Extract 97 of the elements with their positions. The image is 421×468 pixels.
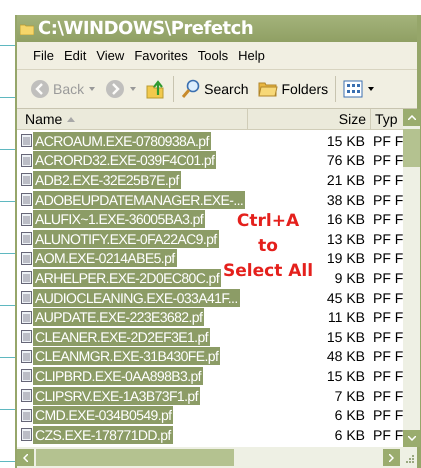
scroll-thumb[interactable] [36, 449, 234, 466]
file-size: 15 KB [326, 328, 365, 345]
file-name[interactable]: CZS.EXE-178771DD.pf [33, 426, 173, 444]
file-name[interactable]: ADOBEUPDATEMANAGER.EXE-... [33, 190, 246, 209]
file-icon [21, 154, 32, 167]
menu-item[interactable]: File [33, 48, 54, 63]
file-icon [21, 389, 32, 402]
file-size: 48 KB [326, 348, 365, 364]
file-size: 15 KB [326, 368, 365, 384]
column-header[interactable]: Name [17, 109, 248, 129]
file-type: PF F [373, 270, 404, 286]
file-type: PF F [373, 407, 404, 424]
menu-item[interactable]: Help [238, 48, 265, 63]
menu-item[interactable]: Edit [64, 48, 86, 63]
scroll-down-button[interactable] [403, 430, 420, 447]
search-button[interactable]: Search [178, 77, 252, 101]
file-icon [21, 232, 32, 246]
file-size: 76 KB [326, 152, 365, 168]
file-name[interactable]: ARHELPER.EXE-2D0EC80C.pf [33, 268, 222, 287]
file-type: PF F [373, 348, 404, 364]
file-size: 11 KB [326, 309, 365, 326]
file-size: 45 KB [326, 290, 365, 306]
resize-grip-icon[interactable] [404, 455, 414, 465]
file-type: PF F [373, 309, 404, 326]
file-icon [21, 252, 32, 265]
window-title: C:\WINDOWS\Prefetch [38, 18, 254, 39]
menu-item[interactable]: View [96, 48, 124, 63]
file-type: PF F [373, 230, 404, 247]
file-size: 6 KB [334, 426, 365, 443]
search-icon [181, 79, 202, 99]
chevron-up-icon [408, 115, 416, 120]
folders-button[interactable]: Folders [255, 77, 332, 101]
file-icon [21, 369, 32, 382]
file-name[interactable]: CLEANMGR.EXE-31B430FE.pf [33, 347, 220, 366]
file-name[interactable]: ALUNOTIFY.EXE-0FA22AC9.pf [33, 230, 219, 248]
file-name[interactable]: ADB2.EXE-32E25B7E.pf [33, 170, 181, 189]
file-size: 7 KB [334, 388, 365, 404]
file-type: PF F [373, 328, 404, 345]
file-type: PF F [373, 368, 404, 384]
file-icon [21, 291, 32, 304]
file-name[interactable]: CMD.EXE-034B0549.pf [33, 406, 174, 424]
file-name[interactable]: AUDIOCLEANING.EXE-033A41F... [33, 288, 240, 307]
file-name[interactable]: ACRORD32.EXE-039F4C01.pf [33, 151, 216, 170]
chevron-right-icon [389, 454, 394, 462]
folder-up-icon [146, 79, 166, 99]
caret-icon [368, 87, 374, 91]
chevron-left-icon [23, 454, 28, 462]
file-type: PF F [373, 388, 404, 404]
file-icon [21, 193, 32, 206]
file-name[interactable]: CLIPSRV.EXE-1A3B73F1.pf [33, 386, 200, 405]
file-type: PF F [373, 290, 404, 306]
file-type: PF F [373, 172, 404, 188]
file-name[interactable]: CLEANER.EXE-2D2EF3E1.pf [33, 328, 210, 346]
file-size: 6 KB [334, 407, 365, 424]
caret-icon [89, 87, 96, 91]
file-icon [21, 271, 32, 284]
horizontal-scrollbar[interactable] [17, 447, 417, 468]
file-name[interactable]: CLIPBRD.EXE-0AA898B3.pf [33, 366, 203, 385]
column-header[interactable]: Size [248, 109, 371, 129]
file-icon [21, 173, 32, 186]
file-type: PF F [373, 426, 404, 443]
menu-item[interactable]: Tools [198, 48, 228, 63]
file-icon [21, 134, 32, 148]
file-size: 13 KB [326, 230, 365, 247]
file-icon [21, 350, 32, 363]
file-type: PF F [373, 250, 404, 266]
file-name[interactable]: ACROAUM.EXE-0780938A.pf [33, 132, 211, 150]
annotation-text: Ctrl+A to Select All [223, 210, 314, 283]
file-icon [21, 212, 32, 226]
scroll-right-button[interactable] [383, 449, 400, 466]
file-size: 19 KB [326, 250, 365, 266]
file-icon [21, 330, 32, 344]
file-size: 38 KB [326, 192, 365, 208]
file-type: PF F [373, 132, 404, 149]
scroll-thumb[interactable] [403, 129, 420, 167]
file-name[interactable]: AOM.EXE-0214ABE5.pf [33, 249, 177, 268]
file-type: PF F [373, 192, 404, 208]
caret-icon [130, 87, 136, 91]
scroll-left-button[interactable] [17, 449, 34, 466]
file-size: 9 KB [334, 270, 365, 286]
file-size: 16 KB [326, 211, 365, 228]
file-icon [21, 428, 32, 442]
folder-icon [20, 22, 34, 34]
views-grid-icon [343, 79, 364, 99]
file-size: 21 KB [326, 172, 365, 188]
file-size: 15 KB [326, 132, 365, 149]
column-header[interactable]: Typ [371, 109, 404, 129]
vertical-scrollbar[interactable] [403, 109, 420, 447]
scroll-up-button[interactable] [403, 109, 420, 126]
menu-item[interactable]: Favorites [134, 48, 188, 63]
file-type: PF F [373, 211, 404, 228]
file-icon [21, 408, 32, 422]
chevron-down-icon [408, 436, 416, 441]
file-name[interactable]: AUPDATE.EXE-223E3682.pf [33, 308, 204, 326]
file-icon [21, 310, 32, 324]
file-type: PF F [373, 152, 404, 168]
file-name[interactable]: ALUFIX~1.EXE-36005BA3.pf [33, 210, 206, 228]
